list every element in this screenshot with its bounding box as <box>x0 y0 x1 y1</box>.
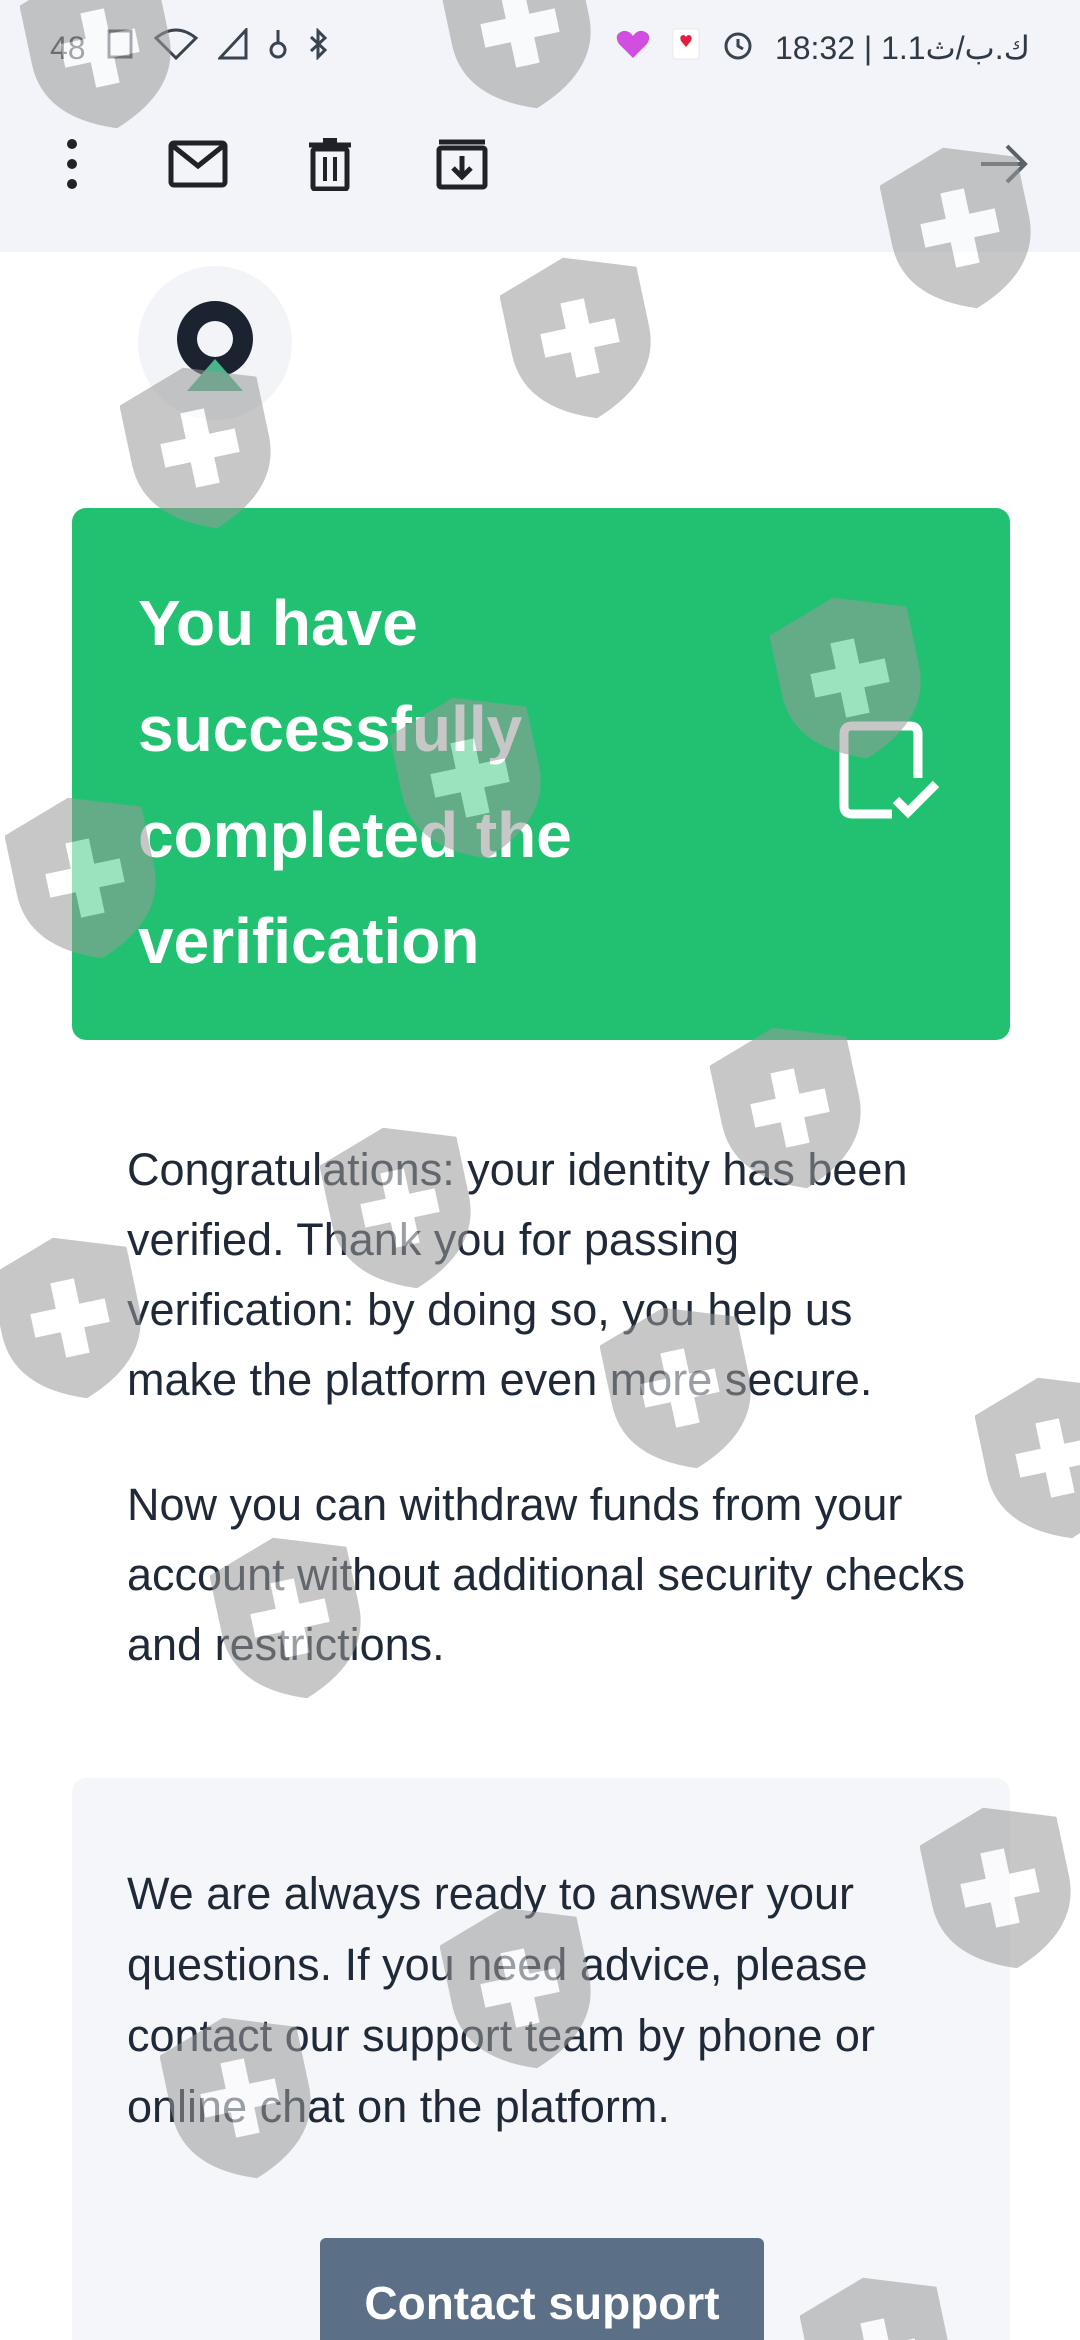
archive-button[interactable] <box>422 124 502 204</box>
signal-icon <box>216 26 248 68</box>
email-toolbar <box>0 112 1080 216</box>
alarm-icon <box>721 27 755 69</box>
status-bar: 48 18:32 | 1.1ك.ب/ث <box>0 0 1080 96</box>
banner-title: You have successfully completed the veri… <box>138 587 572 977</box>
contact-support-button[interactable]: Contact support <box>320 2238 764 2340</box>
checked-document-icon <box>839 721 940 819</box>
withdraw-info-paragraph: Now you can withdraw funds from your acc… <box>127 1479 965 1670</box>
clock-and-speed: 18:32 | 1.1ك.ب/ث <box>774 30 1030 66</box>
mark-unread-button[interactable] <box>158 124 238 204</box>
network-speed-indicator: 48 <box>50 29 86 66</box>
next-email-button[interactable] <box>964 124 1044 204</box>
congratulations-paragraph: Congratulations: your identity has been … <box>127 1144 908 1405</box>
archive-icon <box>436 139 488 190</box>
watermark-shield-icon <box>500 257 651 419</box>
more-vertical-icon <box>67 139 77 189</box>
delete-button[interactable] <box>290 124 370 204</box>
screenshot-icon <box>106 28 134 68</box>
arrow-right-icon <box>981 144 1028 184</box>
support-card: We are always ready to answer your quest… <box>72 1778 1010 2340</box>
email-screen: 48 18:32 | 1.1ك.ب/ث You have successfull… <box>0 0 1080 2340</box>
wifi-icon <box>153 28 198 68</box>
watermark-shield-icon <box>975 1377 1080 1539</box>
top-app-bar: 48 18:32 | 1.1ك.ب/ث <box>0 0 1080 252</box>
mail-icon <box>168 140 228 188</box>
brand-logo <box>138 266 292 420</box>
status-right: 18:32 | 1.1ك.ب/ث <box>615 27 1030 69</box>
bluetooth-icon <box>308 27 328 68</box>
support-text: We are always ready to answer your quest… <box>127 1868 875 2132</box>
more-options-button[interactable] <box>32 124 112 204</box>
status-left: 48 <box>50 26 328 68</box>
trash-icon <box>309 138 351 191</box>
app-heart-icon <box>615 28 651 68</box>
battery-saver-icon <box>268 28 288 68</box>
brand-logo-icon <box>177 301 253 391</box>
verification-success-banner: You have successfully completed the veri… <box>72 508 1010 1040</box>
notification-app-icon <box>671 27 701 69</box>
